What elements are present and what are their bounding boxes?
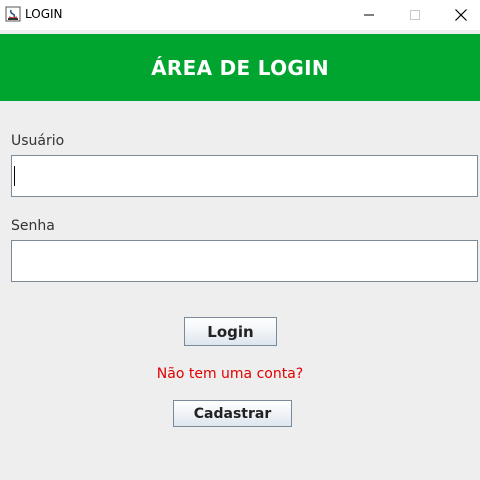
password-label: Senha bbox=[11, 218, 55, 234]
minimize-button[interactable] bbox=[346, 0, 392, 30]
text-caret bbox=[14, 166, 15, 186]
page-title: ÁREA DE LOGIN bbox=[151, 55, 329, 80]
window-titlebar[interactable]: LOGIN bbox=[0, 0, 480, 30]
login-button[interactable]: Login bbox=[184, 317, 277, 346]
username-field[interactable] bbox=[11, 155, 478, 197]
close-icon bbox=[455, 9, 467, 21]
header-banner: ÁREA DE LOGIN bbox=[0, 34, 480, 101]
window-title: LOGIN bbox=[25, 7, 63, 21]
maximize-button[interactable] bbox=[392, 0, 438, 30]
java-app-icon bbox=[5, 6, 21, 22]
password-field[interactable] bbox=[11, 240, 478, 282]
username-label: Usuário bbox=[11, 133, 65, 149]
minimize-icon bbox=[364, 14, 374, 16]
close-button[interactable] bbox=[438, 0, 480, 30]
maximize-icon bbox=[410, 10, 420, 20]
no-account-text: Não tem uma conta? bbox=[156, 366, 304, 382]
signup-button[interactable]: Cadastrar bbox=[173, 400, 292, 427]
